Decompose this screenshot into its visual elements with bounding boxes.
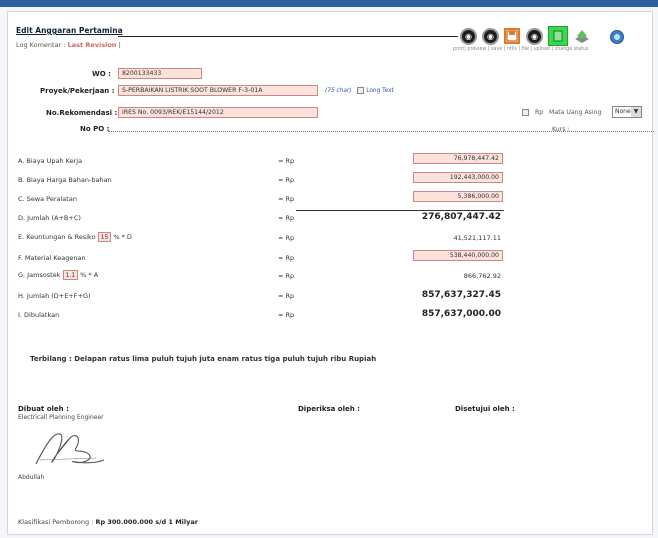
rp-checkbox[interactable] bbox=[522, 108, 529, 116]
row-value-h: 857,637,327.45 bbox=[421, 290, 501, 300]
row-label-h: H. Jumlah (D+E+F+G) bbox=[18, 292, 91, 300]
rekomendasi-label: No.Rekomendasi : bbox=[46, 109, 118, 117]
row-eq-e: = Rp bbox=[278, 234, 295, 242]
last-revision-link[interactable]: Last Revision bbox=[68, 41, 117, 49]
change-status-button[interactable] bbox=[610, 30, 624, 44]
top-bar bbox=[0, 0, 658, 7]
title-divider bbox=[118, 36, 458, 37]
long-text-checkbox-icon bbox=[357, 86, 364, 94]
toolbar-labels: print| preview | save | ntils | file | u… bbox=[453, 47, 589, 52]
klasifikasi-label: Klasifikasi Pemborong : bbox=[18, 518, 96, 526]
po-divider bbox=[108, 131, 654, 132]
row-eq-g: = Rp bbox=[278, 272, 295, 280]
row-label-b: B. Biaya Harga Bahan-bahan bbox=[18, 176, 112, 184]
row-label-e: E. Keuntungan & Resiko 15 % * D bbox=[18, 232, 132, 242]
long-text-label: Long Text bbox=[366, 88, 394, 94]
page-title: Edit Anggaran Pertamina bbox=[16, 26, 123, 35]
sum-divider bbox=[296, 210, 504, 211]
row-value-d: 276,807,447.42 bbox=[421, 212, 501, 222]
klasifikasi-value: Rp 300.000.000 s/d 1 Milyar bbox=[95, 518, 198, 526]
row-label-g-text: G. Jamsostek bbox=[18, 271, 61, 279]
edit-button[interactable]: ◉ bbox=[526, 28, 543, 45]
status-icon bbox=[614, 34, 620, 40]
row-label-a: A. Biaya Upah Kerja bbox=[18, 157, 83, 165]
proyek-label: Proyek/Pekerjaan : bbox=[40, 87, 115, 95]
disetujui-label: Disetujui oleh : bbox=[455, 405, 515, 413]
row-label-e-formula: % * D bbox=[113, 233, 132, 241]
file-button[interactable] bbox=[548, 26, 568, 46]
long-text-toggle[interactable]: Long Text bbox=[357, 86, 394, 94]
mata-uang-value: None bbox=[615, 108, 631, 115]
row-label-d: D. Jumlah (A+B+C) bbox=[18, 214, 81, 222]
mata-uang-select[interactable]: None ▼ bbox=[612, 106, 642, 118]
wo-label: WO : bbox=[92, 70, 111, 78]
dibuat-label: Dibuat oleh : bbox=[18, 405, 69, 413]
edit-icon: ◉ bbox=[531, 32, 538, 41]
row-value-c[interactable]: 5,386,000.00 bbox=[413, 191, 503, 202]
row-eq-f: = Rp bbox=[278, 254, 295, 262]
row-label-i: I. Dibulatkan bbox=[18, 311, 60, 319]
upload-icon bbox=[575, 30, 589, 43]
log-komentar-label: Log Komentar : bbox=[16, 41, 68, 49]
mata-uang-label: Mata Uang Asing bbox=[549, 109, 602, 116]
proyek-input[interactable]: S-PERBAIKAN LISTRIK SOOT BLOWER F-3-01A bbox=[118, 85, 318, 96]
save-button[interactable] bbox=[504, 28, 520, 44]
row-value-i: 857,637,000.00 bbox=[421, 309, 501, 319]
row-value-f[interactable]: 538,440,000.00 bbox=[413, 250, 503, 261]
jamsostek-percent-input[interactable]: 1.1 bbox=[62, 270, 79, 280]
dibuat-role: Electricall Planning Engineer bbox=[18, 414, 104, 421]
file-icon bbox=[553, 30, 563, 42]
log-komentar-suffix: | bbox=[116, 41, 121, 49]
row-value-a[interactable]: 76,978,447.42 bbox=[413, 153, 503, 164]
row-eq-c: = Rp bbox=[278, 195, 295, 203]
row-eq-b: = Rp bbox=[278, 176, 295, 184]
row-label-f: F. Material Keagenan bbox=[18, 254, 86, 262]
row-eq-a: = Rp bbox=[278, 157, 295, 165]
row-eq-h: = Rp bbox=[278, 292, 295, 300]
row-value-g: 866,762.92 bbox=[463, 272, 501, 280]
log-komentar: Log Komentar : Last Revision | bbox=[16, 41, 121, 49]
print-button[interactable]: ◉ bbox=[460, 28, 477, 45]
floppy-disk-icon bbox=[506, 30, 518, 42]
preview-icon: ◉ bbox=[487, 32, 494, 41]
signature-image bbox=[35, 433, 105, 465]
print-icon: ◉ bbox=[465, 32, 472, 41]
wo-input[interactable]: 8200133433 bbox=[118, 68, 202, 79]
row-value-b[interactable]: 192,443,000.00 bbox=[413, 172, 503, 183]
rp-checkbox-icon bbox=[522, 108, 529, 116]
row-eq-d: = Rp bbox=[278, 214, 295, 222]
signer-name: Abdullah bbox=[18, 474, 45, 481]
terbilang-text: Terbilang : Delapan ratus lima puluh tuj… bbox=[30, 355, 377, 363]
row-label-c: C. Sewa Peralatan bbox=[18, 195, 77, 203]
upload-button[interactable] bbox=[572, 27, 592, 47]
row-eq-i: = Rp bbox=[278, 311, 295, 319]
kurs-label: Kurs : bbox=[552, 126, 570, 133]
rp-label: Rp bbox=[535, 109, 544, 116]
diperiksa-label: Diperiksa oleh : bbox=[298, 405, 360, 413]
row-value-e: 41,521,117.11 bbox=[453, 234, 501, 242]
row-label-e-text: E. Keuntungan & Resiko bbox=[18, 233, 96, 241]
preview-button[interactable]: ◉ bbox=[482, 28, 499, 45]
klasifikasi: Klasifikasi Pemborong : Rp 300.000.000 s… bbox=[18, 518, 198, 526]
rekomendasi-input[interactable]: IRES No. 0093/REK/E15144/2012 bbox=[118, 107, 318, 118]
chevron-down-icon: ▼ bbox=[631, 107, 641, 117]
char-count-hint: (75 char) bbox=[325, 88, 352, 94]
row-label-g: G. Jamsostek 1.1 % * A bbox=[18, 270, 98, 280]
row-label-g-formula: % * A bbox=[80, 271, 99, 279]
keuntungan-percent-input[interactable]: 15 bbox=[97, 232, 112, 242]
po-label: No PO : bbox=[80, 125, 110, 133]
